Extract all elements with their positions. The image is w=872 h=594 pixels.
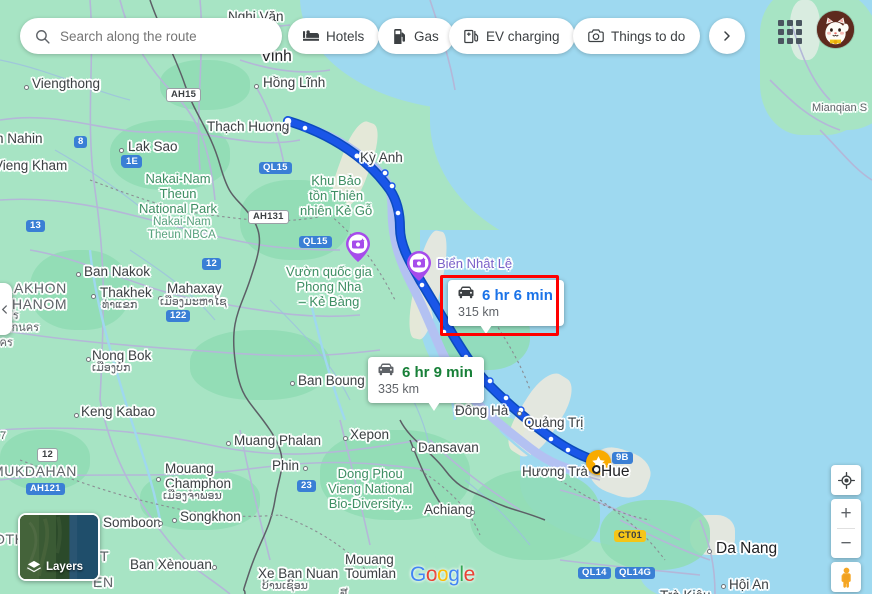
- road-shield: 8: [74, 136, 88, 148]
- layers-label: Layers: [46, 561, 84, 573]
- map-poi-dot: [172, 518, 177, 523]
- search-box[interactable]: [20, 18, 282, 54]
- map-poi-dot: [303, 466, 308, 471]
- layers-label-row: Layers: [20, 555, 98, 579]
- terrain-blob-2: [30, 250, 130, 330]
- zoom-out-button[interactable]: −: [831, 529, 861, 558]
- photo-icon[interactable]: [407, 251, 431, 281]
- road-shield: 9B: [612, 452, 633, 464]
- route-duration: 6 hr 9 min: [402, 363, 473, 381]
- user-avatar[interactable]: [817, 11, 854, 48]
- map-poi-dot: [254, 84, 259, 89]
- zoom-controls[interactable]: + −: [831, 499, 861, 558]
- road-shield: 12: [37, 448, 58, 462]
- panel-collapse-button[interactable]: [0, 283, 12, 335]
- terrain-blob-11: [160, 60, 250, 110]
- map-poi-dot: [24, 85, 29, 90]
- ev-charging-icon: [464, 29, 479, 43]
- map-poi-dot: [76, 272, 81, 277]
- chip-hotels[interactable]: Hotels: [288, 18, 380, 54]
- route-card-alternate[interactable]: 6 hr 9 min 335 km: [368, 357, 484, 411]
- road-shield: 12: [202, 258, 221, 270]
- chevron-right-icon: [724, 31, 730, 41]
- road-shield: 1E: [122, 156, 143, 168]
- map-poi-dot: [212, 565, 217, 570]
- top-toolbar: Hotels Gas EV charging Things to do: [0, 0, 872, 62]
- map-poi-dot: [290, 381, 295, 386]
- map-poi-dot: [470, 510, 475, 515]
- route-distance: 315 km: [458, 305, 499, 319]
- street-view-pegman-button[interactable]: [831, 562, 861, 592]
- map-poi-dot: [158, 296, 163, 301]
- route-card-tail: [480, 325, 492, 334]
- google-maps-app: Nghi Văn Vinh Hồng Lĩnh Viengthong Thạch Huơ…: [0, 0, 872, 594]
- gas-pump-icon: [394, 28, 405, 44]
- camera-icon: [588, 29, 604, 43]
- terrain-blob-4: [320, 430, 470, 520]
- map-poi-dot: [119, 148, 124, 153]
- logo-letter: G: [410, 563, 426, 586]
- terrain-blob-3: [190, 330, 330, 400]
- route-card-primary[interactable]: 6 hr 6 min 315 km: [448, 280, 564, 334]
- layers-button[interactable]: Layers: [18, 513, 100, 581]
- apps-grid-icon[interactable]: [778, 20, 802, 44]
- road-shield: QL14: [578, 567, 611, 579]
- avatar-maneki-neko-icon: [817, 11, 854, 48]
- map-poi-dot: [707, 549, 712, 554]
- logo-letter: o: [437, 563, 449, 586]
- terrain-blob-6: [470, 470, 600, 560]
- map-poi-dot: [343, 436, 348, 441]
- road-shield: CT01: [614, 530, 647, 542]
- map-poi-dot: [91, 294, 96, 299]
- zoom-in-button[interactable]: +: [831, 499, 861, 528]
- map-poi-dot: [86, 357, 91, 362]
- logo-letter: g: [448, 563, 460, 586]
- my-location-button[interactable]: [831, 465, 861, 495]
- my-location-icon: [837, 471, 855, 489]
- logo-letter: e: [463, 563, 476, 586]
- road-shield: QL14G: [615, 567, 656, 579]
- car-icon: [377, 363, 395, 381]
- route-card-tail: [428, 402, 440, 411]
- map-poi-dot: [158, 521, 163, 526]
- chip-label: EV charging: [486, 28, 560, 44]
- road-shield: 23: [297, 480, 316, 492]
- road-shield: AH15: [166, 88, 202, 102]
- search-input[interactable]: [60, 28, 268, 44]
- route-distance: 335 km: [378, 382, 419, 396]
- map-poi-dot: [517, 411, 522, 416]
- map-canvas[interactable]: Nghi Văn Vinh Hồng Lĩnh Viengthong Thạch Huơ…: [0, 0, 872, 594]
- chip-label: Things to do: [611, 28, 686, 44]
- photo-icon[interactable]: [346, 232, 370, 262]
- road-shield: AH131: [248, 210, 289, 224]
- layers-icon: [27, 560, 41, 573]
- pegman-icon: [841, 567, 851, 588]
- car-icon: [457, 286, 475, 304]
- road-shield: AH121: [26, 483, 65, 495]
- map-poi-dot: [411, 447, 416, 452]
- route-duration: 6 hr 6 min: [482, 286, 553, 304]
- hue-city-dot: [592, 465, 601, 474]
- map-poi-dot: [226, 441, 231, 446]
- chip-things-to-do[interactable]: Things to do: [573, 18, 701, 54]
- road-shield: 122: [166, 310, 191, 322]
- logo-letter: o: [425, 563, 438, 586]
- search-icon: [36, 29, 50, 44]
- chevron-left-icon: [1, 304, 7, 314]
- chip-gas[interactable]: Gas: [378, 18, 454, 54]
- road-shield: 13: [26, 220, 45, 232]
- map-poi-dot: [721, 584, 726, 589]
- map-poi-dot: [156, 477, 161, 482]
- chip-label: Hotels: [326, 28, 365, 44]
- google-logo: Google: [410, 563, 475, 587]
- road-shield: QL15: [259, 162, 292, 174]
- map-poi-dot: [74, 413, 79, 418]
- chip-label: Gas: [414, 28, 439, 44]
- chips-next-button[interactable]: [709, 18, 745, 54]
- chip-ev-charging[interactable]: EV charging: [449, 18, 575, 54]
- road-shield: QL15: [299, 236, 332, 248]
- hotel-bed-icon: [303, 30, 319, 41]
- map-poi-dot: [282, 128, 287, 133]
